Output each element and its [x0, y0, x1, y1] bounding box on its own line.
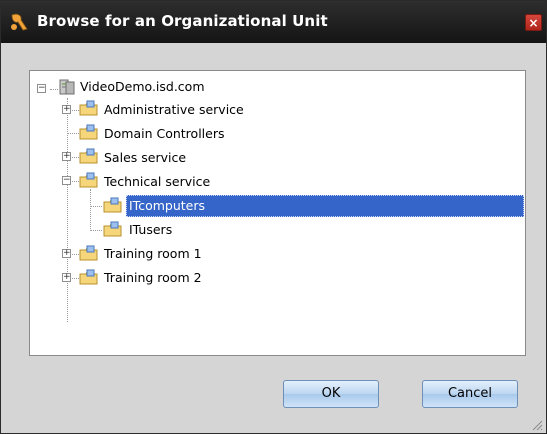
- browse-ou-dialog: Browse for an Organizational Unit × − Vi…: [0, 0, 547, 434]
- expand-toggle[interactable]: +: [62, 152, 71, 161]
- collapse-toggle[interactable]: −: [62, 176, 71, 185]
- ok-button[interactable]: OK: [283, 380, 379, 408]
- expand-toggle[interactable]: +: [62, 249, 71, 258]
- dialog-title: Browse for an Organizational Unit: [37, 12, 328, 30]
- tree-node-label: Sales service: [104, 150, 187, 165]
- folder-icon: [103, 221, 122, 237]
- tree-node-label: Administrative service: [104, 102, 244, 117]
- tree-node-label: Training room 2: [104, 270, 202, 285]
- tree-node-label: ITcomputers: [129, 198, 205, 213]
- root-collapse-toggle[interactable]: −: [37, 84, 46, 93]
- folder-icon: [79, 245, 98, 261]
- ou-tree-view[interactable]: − VideoDemo.isd.com + Administrative ser…: [29, 70, 526, 356]
- tree-node-label: VideoDemo.isd.com: [80, 79, 205, 94]
- title-bar[interactable]: Browse for an Organizational Unit ×: [1, 1, 546, 43]
- folder-icon: [79, 100, 98, 116]
- tree-node-label: Technical service: [104, 174, 211, 189]
- folder-icon: [103, 197, 122, 213]
- tree-node-label: Domain Controllers: [104, 126, 225, 141]
- tree-node-label: ITusers: [129, 222, 173, 237]
- folder-icon: [79, 124, 98, 140]
- close-button[interactable]: ×: [525, 14, 542, 31]
- resize-grip-icon[interactable]: [531, 419, 543, 431]
- expand-toggle[interactable]: +: [62, 105, 71, 114]
- open-folder-icon: [79, 172, 98, 188]
- expand-toggle[interactable]: +: [62, 273, 71, 282]
- tree-node-label: Training room 1: [104, 246, 202, 261]
- dialog-body: − VideoDemo.isd.com + Administrative ser…: [2, 43, 545, 433]
- server-icon: [59, 79, 75, 95]
- folder-icon: [79, 148, 98, 164]
- folder-icon: [79, 269, 98, 285]
- cancel-button[interactable]: Cancel: [422, 380, 518, 408]
- app-logo-icon: [11, 13, 28, 31]
